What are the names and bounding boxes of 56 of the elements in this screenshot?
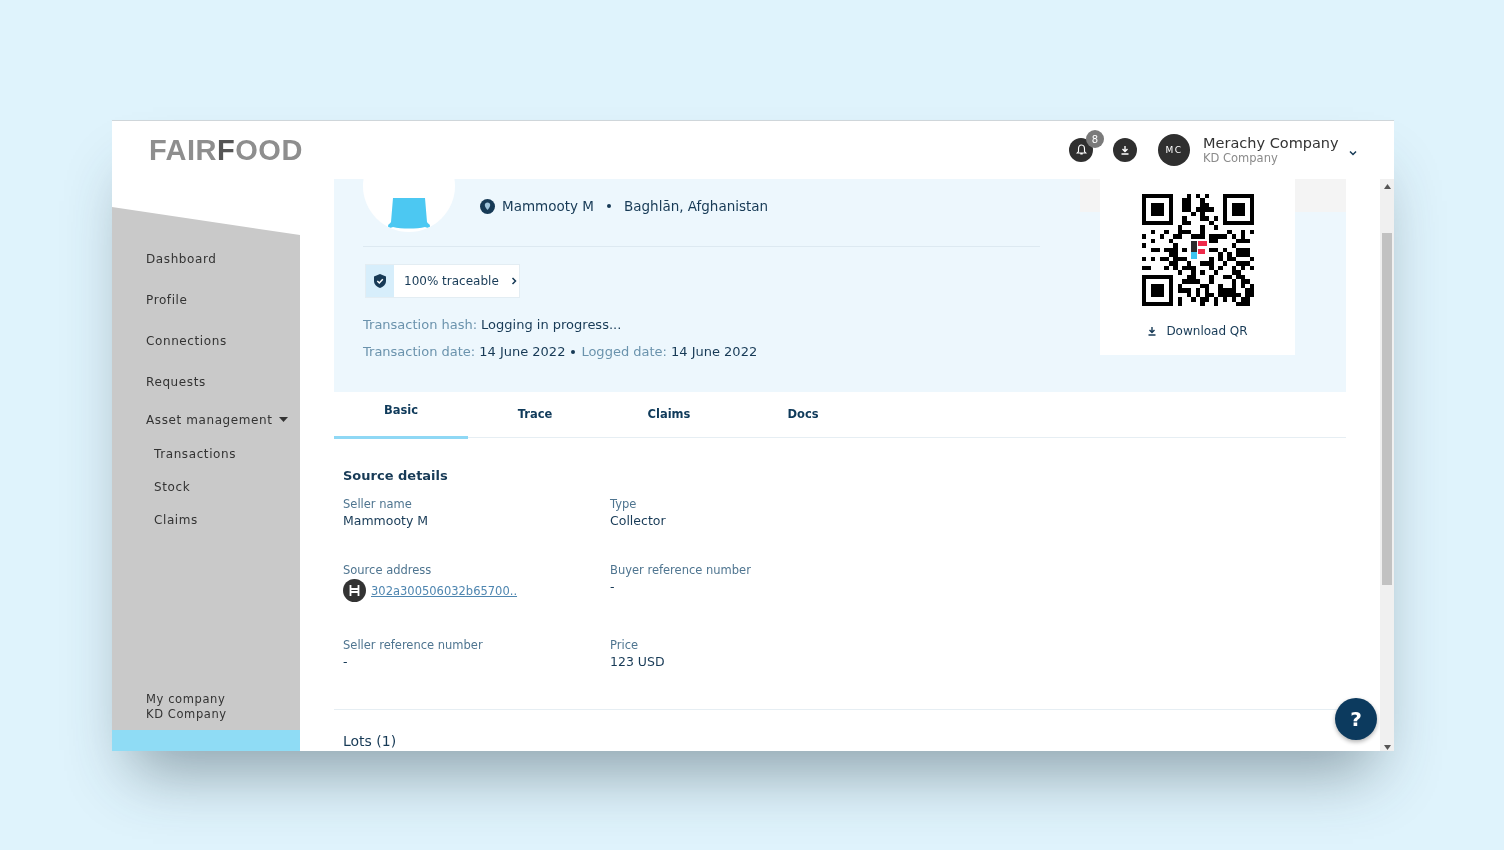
- source-address-link[interactable]: 302a300506032b65700..: [371, 583, 518, 598]
- tab[interactable]: Trace: [468, 392, 602, 439]
- token-icon: [343, 579, 366, 602]
- scrollbar-thumb[interactable]: [1382, 233, 1392, 585]
- tab[interactable]: Docs: [736, 392, 870, 439]
- field-label: Type: [610, 497, 638, 511]
- field-value: Collector: [610, 513, 667, 528]
- scroll-down-icon[interactable]: [1383, 745, 1391, 750]
- sidebar-item[interactable]: Connections: [146, 320, 300, 361]
- bell-icon: [1075, 144, 1087, 156]
- actor-name: Mammooty M: [502, 198, 594, 214]
- field-label: Price: [610, 638, 640, 652]
- section-title: Source details: [343, 468, 449, 483]
- field-label: Source address: [343, 563, 433, 577]
- company-name: KD Company: [146, 707, 228, 722]
- field-label: Buyer reference number: [610, 563, 752, 577]
- field-value: -: [343, 654, 349, 669]
- field-value: -: [610, 579, 616, 594]
- help-button[interactable]: ?: [1335, 698, 1377, 740]
- tab[interactable]: Claims: [602, 392, 736, 439]
- date-text: Transaction date: 14 June 2022: [363, 344, 566, 359]
- sidebar-item[interactable]: Asset management: [146, 402, 300, 437]
- caret-icon: [278, 416, 288, 423]
- sidebar-item[interactable]: Profile: [146, 279, 300, 320]
- sidebar-subitem[interactable]: Transactions: [146, 437, 300, 470]
- tab[interactable]: Basic: [334, 392, 468, 439]
- transaction-hash: Transaction hash: Logging in progress...: [363, 317, 623, 332]
- sidebar-item[interactable]: Requests: [146, 361, 300, 402]
- company-label: My company: [146, 692, 227, 707]
- notification-button[interactable]: [1069, 138, 1093, 162]
- download-qr-link[interactable]: Download QR: [1147, 324, 1248, 338]
- chevron-down-icon[interactable]: [1347, 148, 1358, 158]
- traceable-button[interactable]: 100% traceable: [365, 264, 520, 298]
- field-value: 123 USD: [610, 654, 666, 669]
- field-label: Seller name: [343, 497, 413, 511]
- user-name: Merachy Company: [1203, 135, 1339, 151]
- bag-icon: [387, 198, 431, 230]
- scroll-up-icon[interactable]: [1383, 184, 1391, 189]
- scrollbar[interactable]: [1380, 179, 1394, 751]
- field-label: Seller reference number: [343, 638, 484, 652]
- sidebar-subitem[interactable]: Claims: [146, 503, 300, 536]
- notification-count: 8: [1086, 130, 1104, 148]
- download-button[interactable]: [1113, 138, 1137, 162]
- company-name: KD Company: [1203, 151, 1279, 165]
- shield-check-icon: [374, 274, 386, 288]
- location-text: Baghlān, Afghanistan: [623, 198, 769, 214]
- sidebar-item[interactable]: Dashboard: [146, 238, 300, 279]
- lots-title: Lots (1): [343, 733, 398, 749]
- field-value: Mammooty M: [343, 513, 430, 528]
- fairfood-logo[interactable]: FAIRFOOD: [149, 133, 303, 167]
- sidebar-subitem[interactable]: Stock: [146, 470, 300, 503]
- user-avatar[interactable]: MC: [1158, 134, 1190, 166]
- location-pin-icon: [480, 198, 495, 214]
- date-text: Logged date: 14 June 2022: [581, 344, 758, 359]
- download-icon: [1147, 326, 1158, 336]
- download-icon: [1120, 145, 1130, 155]
